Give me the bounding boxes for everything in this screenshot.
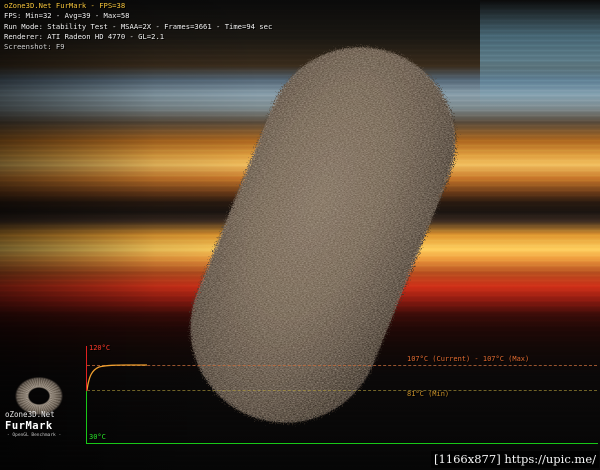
image-host-watermark: [1166x877] https://upic.me/ <box>431 451 599 468</box>
temperature-curve <box>87 364 147 391</box>
current-temp-label: 107°C (Current) - 107°C (Max) <box>407 355 530 363</box>
logo-subtitle: - OpenGL Benchmark - <box>7 433 62 438</box>
graph-max-scale-label: 120°C <box>89 344 111 352</box>
hud-run-mode: Run Mode: Stability Test - MSAA=2X - Fra… <box>4 21 273 31</box>
graph-x-axis <box>86 443 598 444</box>
logo-site-name: oZone3D.Net <box>5 410 55 419</box>
hud-renderer: Renderer: ATI Radeon HD 4770 - GL=2.1 <box>4 31 165 41</box>
graph-y-axis-low <box>86 391 87 443</box>
hud-overlay: oZone3D.Net FurMark - FPS=38 FPS: Min=32… <box>4 1 272 52</box>
hud-screenshot-hint: Screenshot: F9 <box>4 42 65 52</box>
furmark-logo: oZone3D.Net FurMark - OpenGL Benchmark - <box>2 374 86 446</box>
min-temp-label: 81°C (Min) <box>407 390 450 398</box>
furmark-window: oZone3D.Net FurMark - FPS=38 FPS: Min=32… <box>0 0 600 470</box>
temperature-graph: 120°C 30°C 107°C (Current) - 107°C (Max)… <box>86 344 598 444</box>
hud-title: oZone3D.Net FurMark - FPS=38 <box>4 1 126 10</box>
hud-fps-stats: FPS: Min=32 - Avg=39 - Max=58 <box>4 11 130 21</box>
graph-min-scale-label: 30°C <box>89 433 106 441</box>
logo-product-name: FurMark <box>5 420 53 432</box>
min-temp-line <box>87 390 597 391</box>
current-temp-line <box>87 365 597 366</box>
